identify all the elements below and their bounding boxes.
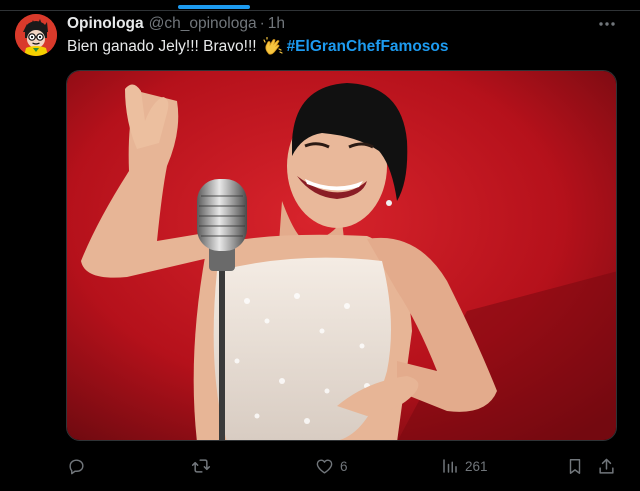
more-dots-icon	[599, 22, 615, 26]
views-count: 261	[465, 458, 488, 474]
cartoon-avatar-icon	[15, 14, 57, 56]
author-handle[interactable]: @ch_opinologa	[149, 14, 257, 34]
retweet-icon	[191, 459, 211, 473]
hashtag-link[interactable]: #ElGranChefFamosos	[287, 37, 449, 57]
reply-button[interactable]	[67, 455, 92, 477]
like-button[interactable]: 6	[315, 455, 348, 477]
clapping-hands-icon	[262, 37, 283, 57]
views-chart-icon	[443, 459, 457, 473]
tweet-text: Bien ganado Jely!!! Bravo!!! #ElGranChef…	[67, 37, 449, 57]
tweet-photo[interactable]	[66, 70, 617, 441]
bookmark-icon	[569, 458, 581, 474]
top-tab-indicator	[178, 5, 250, 9]
tweet-header: Opinologa @ch_opinologa · 1h	[67, 14, 285, 34]
top-divider	[0, 10, 640, 11]
tweet-timestamp[interactable]: 1h	[268, 14, 285, 34]
like-count: 6	[340, 458, 348, 474]
share-button[interactable]	[597, 455, 616, 477]
avatar[interactable]	[15, 14, 57, 56]
bookmark-button[interactable]	[566, 455, 584, 477]
singer-with-microphone-photo	[67, 71, 616, 440]
views-button[interactable]: 261	[441, 455, 488, 477]
tweet-body-text: Bien ganado Jely!!! Bravo!!!	[67, 38, 257, 55]
author-display-name[interactable]: Opinologa	[67, 14, 144, 34]
heart-icon	[316, 458, 333, 474]
reply-icon	[69, 458, 84, 474]
retweet-button[interactable]	[191, 455, 217, 477]
share-icon	[599, 458, 614, 474]
tweet-actions: 6 261	[0, 455, 640, 477]
separator-dot: ·	[259, 15, 265, 32]
more-options-button[interactable]	[596, 13, 618, 35]
